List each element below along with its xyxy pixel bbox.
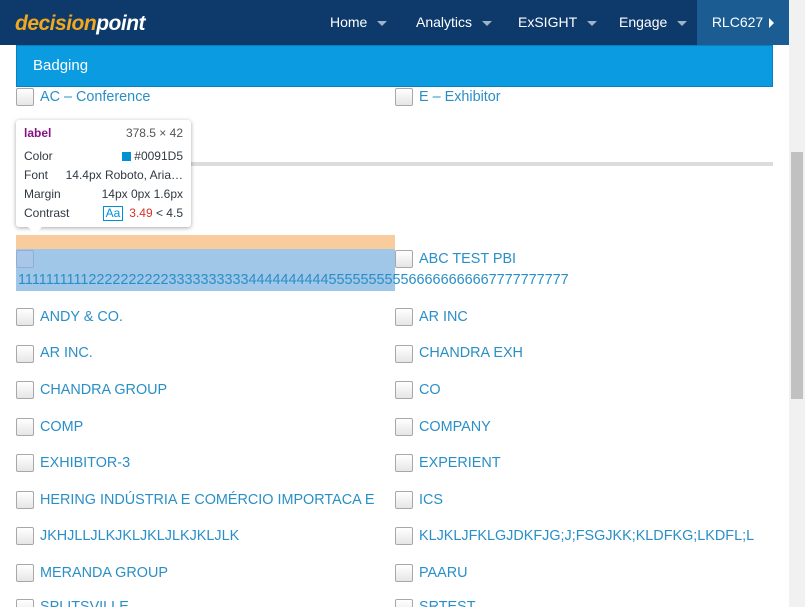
tooltip-contrast-label: Contrast xyxy=(24,206,70,220)
inspect-tooltip: label 378.5 × 42 Color #0091D5 Font 14.4… xyxy=(16,120,191,234)
nav-engage[interactable]: Engage xyxy=(619,0,688,45)
checkbox-label-company-7[interactable]: CHANDRA GROUP xyxy=(40,382,167,398)
tooltip-font-value: 14.4px Roboto, Aria… xyxy=(65,168,183,182)
tooltip-margin-row: Margin 14px 0px 1.6px xyxy=(24,187,183,203)
tooltip-contrast-row: Contrast Aa 3.49 < 4.5 xyxy=(24,206,183,222)
nav-analytics[interactable]: Analytics xyxy=(416,0,493,45)
checkbox-company-5[interactable] xyxy=(16,345,34,363)
checkbox-company-12[interactable] xyxy=(395,454,413,472)
nav-exsight-label: ExSIGHT xyxy=(518,14,578,30)
nav-home-label: Home xyxy=(330,14,368,30)
checkbox-company-18[interactable] xyxy=(395,564,413,582)
checkbox-company-8[interactable] xyxy=(395,381,413,399)
checkbox-label-company-9[interactable]: COMP xyxy=(40,419,83,435)
nav-engage-label: Engage xyxy=(619,14,668,30)
nav-account-label: RLC627 xyxy=(711,14,764,30)
page-scrollbar[interactable] xyxy=(789,0,805,607)
checkbox-label-company-17[interactable]: MERANDA GROUP xyxy=(40,565,168,581)
checkbox-label-company-19[interactable]: SPLITSVILLE xyxy=(40,599,129,607)
checkbox-company-20[interactable] xyxy=(395,599,413,607)
nav-account[interactable]: RLC627 xyxy=(697,0,789,45)
tooltip-margin-value: 14px 0px 1.6px xyxy=(101,187,183,201)
top-navbar: decisionpoint Home Analytics ExSIGHT Eng… xyxy=(0,0,789,45)
tooltip-color-row: Color #0091D5 xyxy=(24,149,183,165)
checkbox-label-company-4[interactable]: AR INC xyxy=(419,309,468,325)
checkbox-company-7[interactable] xyxy=(16,381,34,399)
checkbox-company-10[interactable] xyxy=(395,418,413,436)
tooltip-contrast-value: Aa 3.49 < 4.5 xyxy=(102,206,183,221)
tooltip-color-hex: #0091D5 xyxy=(134,149,183,163)
chevron-down-icon xyxy=(587,20,598,26)
nav-analytics-label: Analytics xyxy=(416,14,473,30)
decisionpoint-logo[interactable]: decisionpoint xyxy=(15,12,146,36)
checkbox-company-13[interactable] xyxy=(16,491,34,509)
checkbox-label-ac-conference[interactable]: AC – Conference xyxy=(40,89,150,105)
checkbox-label-company-12[interactable]: EXPERIENT xyxy=(419,455,501,471)
checkbox-label-company-18[interactable]: PAARU xyxy=(419,565,468,581)
scrollbar-thumb[interactable] xyxy=(791,152,803,399)
checkbox-label-e-exhibitor[interactable]: E – Exhibitor xyxy=(419,89,501,105)
checkbox-company-4[interactable] xyxy=(395,308,413,326)
checkbox-label-company-11[interactable]: EXHIBITOR-3 xyxy=(40,455,130,471)
tooltip-font-label: Font xyxy=(24,168,49,182)
nav-home[interactable]: Home xyxy=(330,0,388,45)
checkbox-company-19[interactable] xyxy=(16,599,34,607)
logo-part-decision: decision xyxy=(15,12,97,35)
logo-part-point: point xyxy=(96,12,146,35)
tooltip-color-label: Color xyxy=(24,149,53,163)
checkbox-label-company-13[interactable]: HERING INDÚSTRIA E COMÉRCIO IMPORTACA E xyxy=(40,492,375,508)
chevron-down-icon xyxy=(677,20,688,26)
checkbox-label-company-15[interactable]: JKHJLLJLKJKLJKLJLKJKLJLK xyxy=(40,528,239,544)
nav-exsight[interactable]: ExSIGHT xyxy=(518,0,598,45)
checkbox-label-company-1[interactable]: 1111111111222222222233333333334444444444… xyxy=(18,272,569,288)
caret-right-icon xyxy=(769,18,775,29)
checkbox-label-company-6[interactable]: CHANDRA EXH xyxy=(419,345,523,361)
color-swatch-icon xyxy=(122,152,132,162)
checkbox-label-company-10[interactable]: COMPANY xyxy=(419,419,491,435)
checkbox-company-1[interactable] xyxy=(16,250,34,268)
chevron-down-icon xyxy=(377,20,388,26)
inspect-margin-highlight xyxy=(16,235,395,249)
tooltip-contrast-ratio: 3.49 xyxy=(129,206,153,220)
checkbox-company-16[interactable] xyxy=(395,527,413,545)
checkbox-company-14[interactable] xyxy=(395,491,413,509)
checkbox-label-company-3[interactable]: ANDY & CO. xyxy=(40,309,123,325)
checkbox-company-3[interactable] xyxy=(16,308,34,326)
tooltip-header: label 378.5 × 42 xyxy=(24,126,183,142)
tooltip-font-row: Font 14.4px Roboto, Aria… xyxy=(24,168,183,184)
tooltip-color-value: #0091D5 xyxy=(122,149,183,163)
checkbox-label-company-20[interactable]: SRTEST xyxy=(419,599,476,607)
tooltip-tag-name: label xyxy=(24,126,52,140)
checkbox-company-9[interactable] xyxy=(16,418,34,436)
badging-panel-header[interactable]: Badging xyxy=(16,45,773,87)
checkbox-label-company-16[interactable]: KLJKLJFKLGJDKFJG;J;FSGJKK;KLDFKG;LKDFL;L xyxy=(419,528,754,544)
checkbox-company-6[interactable] xyxy=(395,345,413,363)
chevron-down-icon xyxy=(482,20,493,26)
checkbox-company-17[interactable] xyxy=(16,564,34,582)
checkbox-company-15[interactable] xyxy=(16,527,34,545)
checkbox-company-11[interactable] xyxy=(16,454,34,472)
tooltip-margin-label: Margin xyxy=(24,187,61,201)
checkbox-label-company-14[interactable]: ICS xyxy=(419,492,443,508)
tooltip-contrast-target: < 4.5 xyxy=(155,206,183,220)
checkbox-label-company-5[interactable]: AR INC. xyxy=(40,345,93,361)
checkbox-label-company-8[interactable]: CO xyxy=(419,382,441,398)
checkbox-e-exhibitor[interactable] xyxy=(395,88,413,106)
checkbox-company-2[interactable] xyxy=(395,250,413,268)
tooltip-size: 378.5 × 42 xyxy=(125,126,183,140)
contrast-aa-icon: Aa xyxy=(102,206,124,221)
checkbox-ac-conference[interactable] xyxy=(16,88,34,106)
checkbox-label-company-2[interactable]: ABC TEST PBI xyxy=(419,251,516,267)
